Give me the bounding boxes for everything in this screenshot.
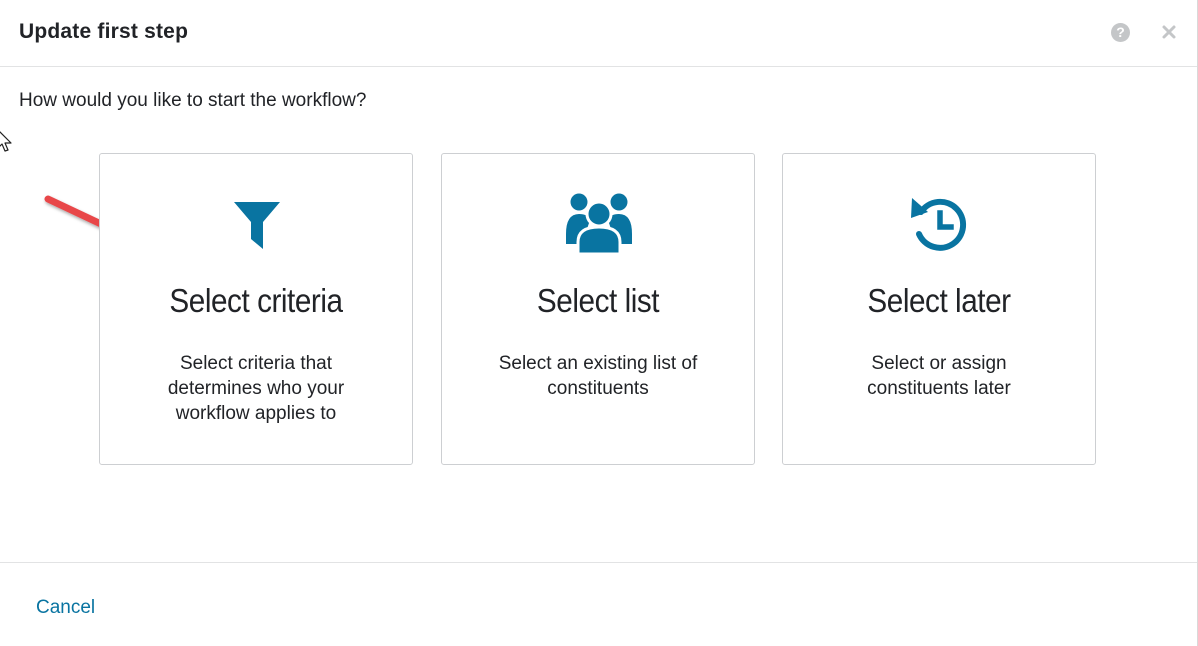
- history-clock-icon: [911, 198, 967, 251]
- option-title: Select later: [867, 282, 1011, 319]
- question-circle-icon[interactable]: ?: [1111, 23, 1130, 42]
- option-card-select-later[interactable]: Select later Select or assign constituen…: [782, 153, 1096, 465]
- dialog-footer: Cancel: [0, 562, 1197, 646]
- option-description: Select an existing list of constituents: [498, 353, 698, 399]
- dialog-header: Update first step ?: [0, 0, 1197, 67]
- option-description: Select or assign constituents later: [867, 353, 1011, 399]
- option-title: Select criteria: [169, 282, 343, 319]
- option-card-select-criteria[interactable]: Select criteria Select criteria that det…: [99, 153, 413, 465]
- workflow-start-prompt: How would you like to start the workflow…: [19, 90, 367, 111]
- dialog-title: Update first step: [19, 20, 189, 43]
- update-first-step-dialog: Update first step ? How would you like t…: [0, 0, 1198, 646]
- filter-icon: [234, 202, 280, 249]
- cancel-button[interactable]: Cancel: [36, 597, 95, 619]
- close-icon[interactable]: [1159, 22, 1179, 42]
- option-description: Select criteria that determines who your…: [167, 353, 345, 424]
- mouse-pointer-icon: [0, 131, 12, 152]
- option-title: Select list: [536, 282, 660, 319]
- option-card-select-list[interactable]: Select list Select an existing list of c…: [441, 153, 755, 465]
- users-group-icon: [566, 193, 632, 256]
